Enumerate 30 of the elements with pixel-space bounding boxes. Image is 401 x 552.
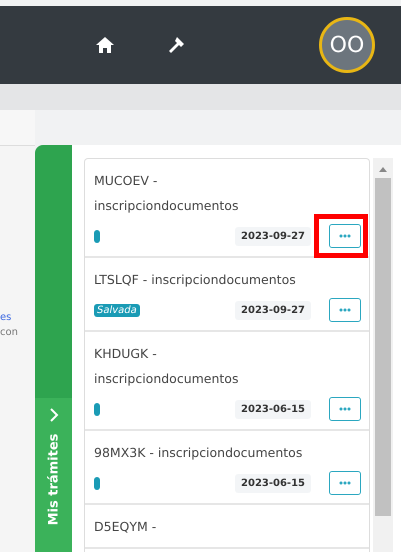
date-label: 2023-09-27: [235, 300, 311, 320]
ellipsis-icon: [339, 407, 351, 411]
more-button[interactable]: [329, 397, 361, 421]
scrollbar[interactable]: [373, 158, 393, 552]
highlight-frame: [314, 214, 368, 258]
status-indicator: [94, 402, 100, 416]
tramite-title[interactable]: D5EQYM -: [94, 514, 361, 539]
date-label: 2023-06-15: [235, 474, 311, 492]
home-icon[interactable]: [95, 36, 115, 54]
status-indicator: [94, 230, 100, 242]
status-indicator: [94, 476, 100, 490]
tramite-title[interactable]: 98MX3K - inscripciondocumentos: [94, 440, 361, 465]
tramite-title[interactable]: KHDUGK - inscripciondocumentos: [94, 341, 361, 391]
status-badge: Salvada: [94, 304, 140, 316]
more-button[interactable]: [329, 298, 361, 322]
link-fragment[interactable]: es: [0, 312, 35, 323]
tramite-title[interactable]: MUCOEV - inscripciondocumentos: [94, 168, 361, 218]
ellipsis-icon: [339, 481, 351, 485]
scroll-up-icon[interactable]: [379, 167, 387, 172]
more-button[interactable]: [329, 224, 361, 248]
ellipsis-icon: [339, 234, 351, 238]
tramite-title[interactable]: LTSLQF - inscripciondocumentos: [94, 267, 361, 292]
ellipsis-icon: [339, 308, 351, 312]
scroll-thumb[interactable]: [375, 178, 391, 516]
gavel-icon[interactable]: [167, 35, 187, 55]
text-fragment: con: [0, 327, 19, 338]
more-button[interactable]: [329, 471, 361, 495]
date-label: 2023-06-15: [235, 400, 311, 418]
user-avatar[interactable]: OO: [319, 17, 375, 73]
date-label: 2023-09-27: [235, 226, 311, 246]
